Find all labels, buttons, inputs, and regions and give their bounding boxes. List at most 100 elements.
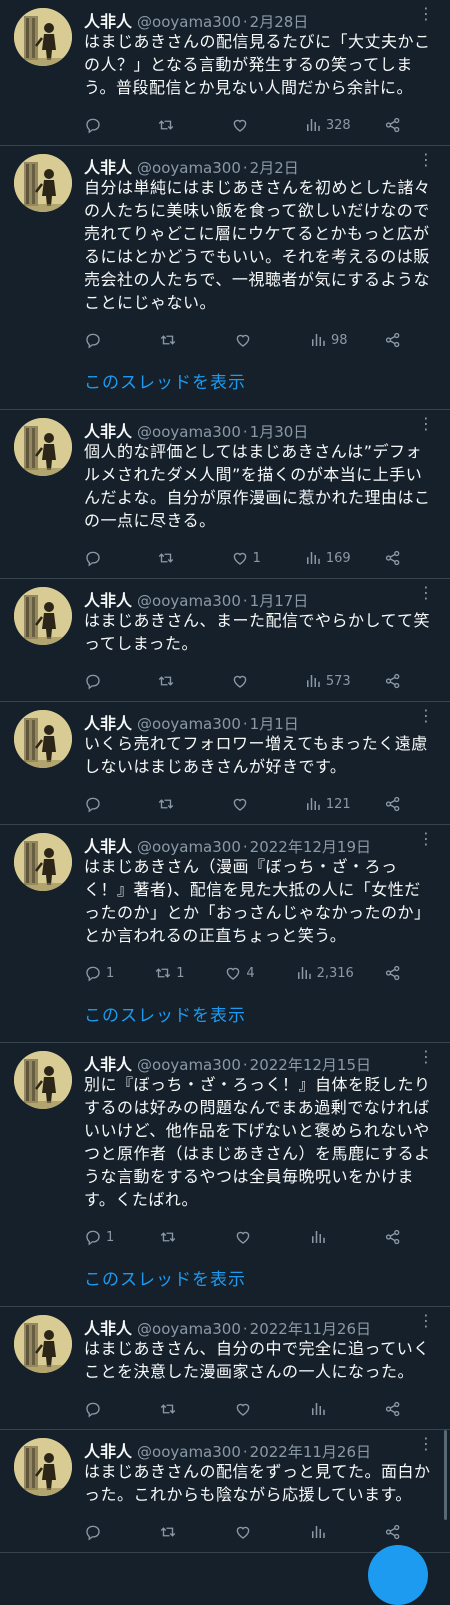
tweet[interactable]: 人非人 @ooyama300 · 2月2日 ⋮ 自分は単純にはまじあきさんを初め… <box>0 146 450 410</box>
reply-button[interactable] <box>84 1523 124 1541</box>
avatar[interactable] <box>14 8 72 66</box>
share-button[interactable] <box>384 116 424 134</box>
share-button[interactable] <box>384 795 424 813</box>
share-button[interactable] <box>384 1523 424 1541</box>
avatar[interactable] <box>14 154 72 212</box>
avatar[interactable] <box>14 1438 72 1496</box>
more-icon[interactable]: ⋮ <box>418 831 434 847</box>
like-button[interactable]: 4 <box>224 964 264 982</box>
reply-button[interactable] <box>84 116 124 134</box>
more-icon[interactable]: ⋮ <box>418 152 434 168</box>
views-button[interactable]: 573 <box>304 672 351 690</box>
views-button[interactable]: 169 <box>304 549 351 567</box>
tweet-date[interactable]: 2月2日 <box>250 157 299 178</box>
share-button[interactable] <box>384 964 424 982</box>
avatar[interactable] <box>14 1315 72 1373</box>
share-button[interactable] <box>384 549 424 567</box>
tweet[interactable]: 人非人 @ooyama300 · 2022年11月26日 ⋮ はまじあきさんの配… <box>0 1430 450 1553</box>
retweet-button[interactable] <box>159 1228 199 1246</box>
user-handle[interactable]: @ooyama300 <box>137 1443 241 1461</box>
more-icon[interactable]: ⋮ <box>418 1313 434 1329</box>
tweet-date[interactable]: 1月1日 <box>250 713 299 734</box>
avatar[interactable] <box>14 710 72 768</box>
avatar[interactable] <box>14 418 72 476</box>
like-button[interactable] <box>234 1400 274 1418</box>
user-handle[interactable]: @ooyama300 <box>137 838 241 856</box>
reply-button[interactable] <box>84 549 124 567</box>
share-button[interactable] <box>384 672 424 690</box>
reply-button[interactable] <box>84 1400 124 1418</box>
user-handle[interactable]: @ooyama300 <box>137 159 241 177</box>
views-button[interactable]: 98 <box>309 331 349 349</box>
tweet-date[interactable]: 2022年11月26日 <box>250 1441 371 1462</box>
display-name[interactable]: 人非人 <box>84 154 132 178</box>
user-handle[interactable]: @ooyama300 <box>137 1320 241 1338</box>
tweet-date[interactable]: 2022年12月19日 <box>250 836 371 857</box>
user-handle[interactable]: @ooyama300 <box>137 423 241 441</box>
reply-button[interactable] <box>84 672 124 690</box>
more-icon[interactable]: ⋮ <box>418 416 434 432</box>
avatar[interactable] <box>14 587 72 645</box>
more-icon[interactable]: ⋮ <box>418 1436 434 1452</box>
retweet-button[interactable] <box>159 1400 199 1418</box>
tweet-date[interactable]: 2月28日 <box>250 11 309 32</box>
reply-button[interactable]: 1 <box>84 964 124 982</box>
tweet[interactable]: 人非人 @ooyama300 · 1月17日 ⋮ はまじあきさん、まーた配信でや… <box>0 579 450 702</box>
show-thread-link[interactable]: このスレッドを表示 <box>84 993 436 1042</box>
views-button[interactable]: 328 <box>304 116 351 134</box>
retweet-button[interactable]: 1 <box>154 964 194 982</box>
like-button[interactable] <box>234 1523 274 1541</box>
like-button[interactable] <box>234 1228 274 1246</box>
reply-button[interactable]: 1 <box>84 1228 124 1246</box>
tweet[interactable]: 人非人 @ooyama300 · 2月28日 ⋮ はまじあきさんの配信見るたびに… <box>0 0 450 146</box>
views-button[interactable]: 2,316 <box>295 964 354 982</box>
avatar[interactable] <box>14 833 72 891</box>
show-thread-link[interactable]: このスレッドを表示 <box>84 360 436 409</box>
display-name[interactable]: 人非人 <box>84 1315 132 1339</box>
tweet-date[interactable]: 1月17日 <box>250 590 309 611</box>
tweet[interactable]: 人非人 @ooyama300 · 1月30日 ⋮ 個人的な評価としてはまじあきさ… <box>0 410 450 579</box>
share-button[interactable] <box>384 1228 424 1246</box>
share-button[interactable] <box>384 1400 424 1418</box>
tweet[interactable]: 人非人 @ooyama300 · 2022年12月19日 ⋮ はまじあきさん（漫… <box>0 825 450 1043</box>
reply-button[interactable] <box>84 331 124 349</box>
like-button[interactable] <box>231 795 271 813</box>
avatar[interactable] <box>14 1051 72 1109</box>
more-icon[interactable]: ⋮ <box>418 1049 434 1065</box>
display-name[interactable]: 人非人 <box>84 833 132 857</box>
reply-button[interactable] <box>84 795 124 813</box>
retweet-button[interactable] <box>159 1523 199 1541</box>
display-name[interactable]: 人非人 <box>84 8 132 32</box>
tweet-date[interactable]: 2022年11月26日 <box>250 1318 371 1339</box>
user-handle[interactable]: @ooyama300 <box>137 715 241 733</box>
share-button[interactable] <box>384 331 424 349</box>
more-icon[interactable]: ⋮ <box>418 708 434 724</box>
user-handle[interactable]: @ooyama300 <box>137 592 241 610</box>
user-handle[interactable]: @ooyama300 <box>137 13 241 31</box>
retweet-button[interactable] <box>157 795 197 813</box>
like-button[interactable] <box>231 672 271 690</box>
tweet[interactable]: 人非人 @ooyama300 · 2022年12月15日 ⋮ 別に『ぼっち・ざ・… <box>0 1043 450 1307</box>
retweet-button[interactable] <box>157 116 197 134</box>
tweet[interactable]: 人非人 @ooyama300 · 2022年11月26日 ⋮ はまじあきさん、自… <box>0 1307 450 1430</box>
user-handle[interactable]: @ooyama300 <box>137 1056 241 1074</box>
tweet-date[interactable]: 2022年12月15日 <box>250 1054 371 1075</box>
display-name[interactable]: 人非人 <box>84 587 132 611</box>
views-button[interactable] <box>309 1228 349 1246</box>
show-thread-link[interactable]: このスレッドを表示 <box>84 1257 436 1306</box>
views-button[interactable] <box>309 1400 349 1418</box>
views-button[interactable]: 121 <box>304 795 351 813</box>
display-name[interactable]: 人非人 <box>84 418 132 442</box>
display-name[interactable]: 人非人 <box>84 710 132 734</box>
like-button[interactable]: 1 <box>231 549 271 567</box>
tweet-date[interactable]: 1月30日 <box>250 421 309 442</box>
scrollbar[interactable] <box>444 1430 447 1520</box>
tweet[interactable]: 人非人 @ooyama300 · 1月1日 ⋮ いくら売れてフォロワー増えてもま… <box>0 702 450 825</box>
like-button[interactable] <box>231 116 271 134</box>
like-button[interactable] <box>234 331 274 349</box>
display-name[interactable]: 人非人 <box>84 1051 132 1075</box>
retweet-button[interactable] <box>157 549 197 567</box>
retweet-button[interactable] <box>159 331 199 349</box>
display-name[interactable]: 人非人 <box>84 1438 132 1462</box>
more-icon[interactable]: ⋮ <box>418 6 434 22</box>
